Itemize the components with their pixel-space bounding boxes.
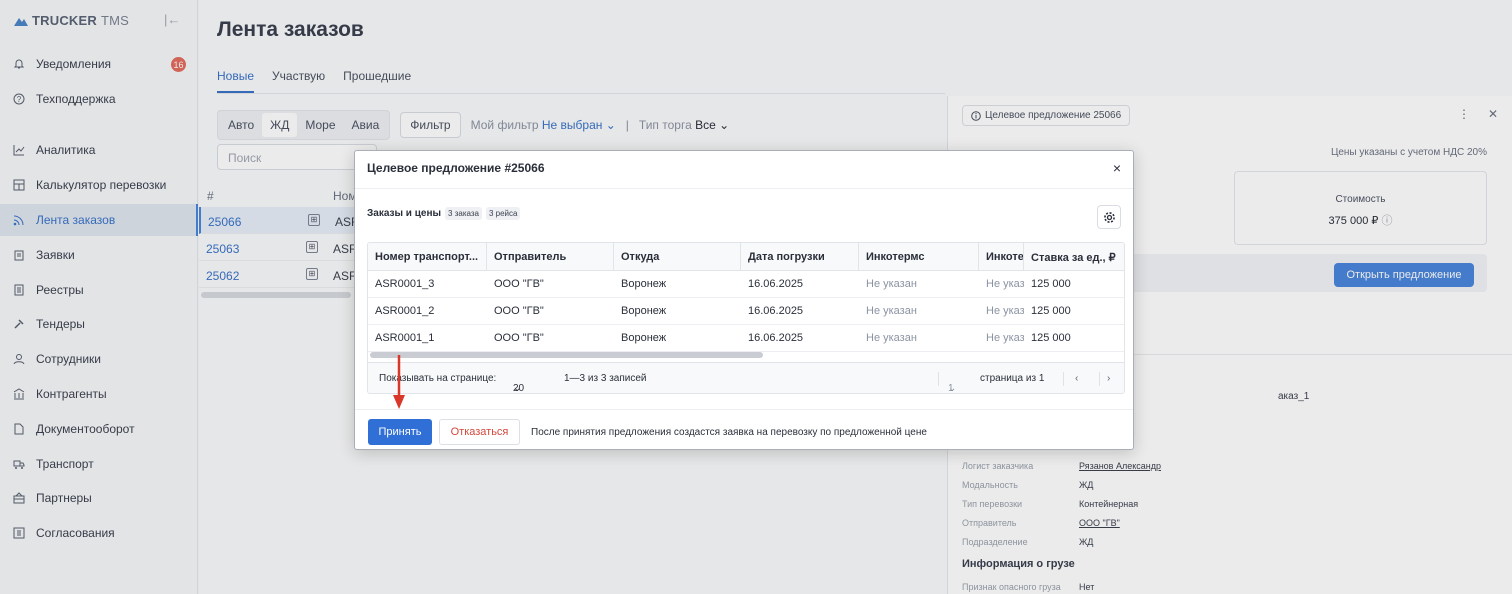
table-cell: 16.06.2025 — [741, 271, 859, 298]
divider — [1063, 372, 1064, 386]
chevron-down-icon: ⌄ — [948, 383, 957, 394]
table-cell: ООО "ГВ" — [487, 298, 614, 325]
modal-divider — [355, 188, 1133, 189]
table-cell: ООО "ГВ" — [487, 325, 614, 352]
col-incoterms-2[interactable]: Инкоте — [979, 243, 1024, 271]
table-cell: Воронеж — [614, 298, 741, 325]
annotation-arrow-icon — [393, 355, 405, 409]
table-cell: Не указан — [859, 325, 979, 352]
chevron-down-icon: ⌄ — [513, 383, 522, 394]
table-cell: Воронеж — [614, 325, 741, 352]
divider — [938, 372, 939, 386]
table-cell: Воронеж — [614, 271, 741, 298]
orders-table: Номер транспорт... Отправитель Откуда Да… — [367, 242, 1125, 394]
col-rate[interactable]: Ставка за ед., ₽ — [1024, 243, 1124, 271]
table-cell: Не указан — [979, 271, 1024, 298]
divider — [1099, 372, 1100, 386]
col-from[interactable]: Откуда — [614, 243, 741, 271]
table-cell: 125 000 — [1024, 325, 1124, 352]
orders-prices-header: Заказы и цены 3 заказа 3 рейса — [367, 207, 521, 220]
footer-divider — [355, 409, 1133, 410]
page-of: страница из 1 — [980, 373, 1045, 384]
section-title: Заказы и цены — [367, 208, 442, 219]
table-cell: ASR0001_2 — [368, 298, 487, 325]
col-sender[interactable]: Отправитель — [487, 243, 614, 271]
col-incoterms[interactable]: Инкотермс — [859, 243, 979, 271]
decline-button[interactable]: Отказаться — [439, 419, 520, 445]
close-icon[interactable]: × — [1113, 160, 1121, 176]
table-cell: Не указан — [859, 298, 979, 325]
table-cell: Не указан — [979, 298, 1024, 325]
table-cell: Не указан — [859, 271, 979, 298]
chevron-right-icon[interactable]: › — [1107, 373, 1110, 384]
table-cell: 16.06.2025 — [741, 325, 859, 352]
table-cell: ASR0001_3 — [368, 271, 487, 298]
table-cell: ASR0001_1 — [368, 325, 487, 352]
col-transport-number[interactable]: Номер транспорт... — [368, 243, 487, 271]
records-range: 1—3 из 3 записей — [564, 373, 647, 384]
table-settings-button[interactable] — [1097, 205, 1121, 229]
target-offer-modal: Целевое предложение #25066 × Заказы и це… — [354, 150, 1134, 450]
table-cell: 125 000 — [1024, 298, 1124, 325]
table-pager: Показывать на странице: 20 ⌄ 1—3 из 3 за… — [368, 362, 1124, 394]
accept-button[interactable]: Принять — [368, 419, 432, 445]
table-cell: ООО "ГВ" — [487, 271, 614, 298]
table-cell: 125 000 — [1024, 271, 1124, 298]
table-scrollbar[interactable] — [370, 352, 763, 358]
accept-note: После принятия предложения создастся зая… — [531, 427, 927, 438]
chevron-left-icon[interactable]: ‹ — [1075, 373, 1078, 384]
table-cell: Не указан — [979, 325, 1024, 352]
table-cell: 16.06.2025 — [741, 298, 859, 325]
orders-count-chip: 3 заказа — [445, 207, 482, 220]
gear-icon — [1103, 211, 1115, 223]
col-loading-date[interactable]: Дата погрузки — [741, 243, 859, 271]
modal-title: Целевое предложение #25066 — [367, 161, 545, 175]
trips-count-chip: 3 рейса — [485, 207, 521, 220]
